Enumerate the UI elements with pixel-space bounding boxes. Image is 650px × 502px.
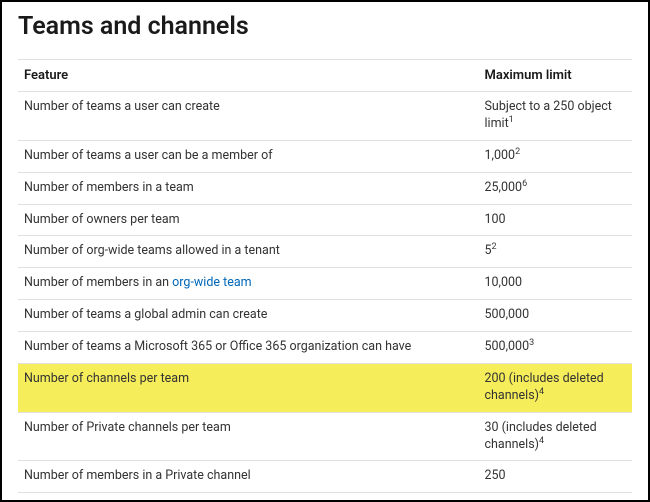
- footnote-ref: 4: [539, 387, 544, 397]
- feature-cell: Maximum size of distribution list, secur…: [18, 493, 479, 502]
- limit-text: 500,000: [485, 307, 530, 322]
- limit-cell: 200 (includes deleted channels)4: [479, 363, 633, 412]
- limit-cell: 250: [479, 461, 633, 493]
- table-row: Number of Private channels per team 30 (i…: [18, 412, 632, 461]
- limit-cell: 500,0003: [479, 332, 633, 364]
- page-title: Teams and channels: [18, 12, 632, 41]
- feature-text: Number of owners per team: [24, 212, 180, 227]
- table-row: Number of channels per team 200 (includes…: [18, 363, 632, 412]
- feature-cell: Number of members in a team: [18, 172, 479, 204]
- feature-cell: Number of org-wide teams allowed in a te…: [18, 236, 479, 268]
- table-row: Maximum size of distribution list, secur…: [18, 493, 632, 502]
- feature-text: Number of Private channels per team: [24, 420, 231, 435]
- feature-cell: Number of members in a Private channel: [18, 461, 479, 493]
- table-row: Number of teams a user can be a member o…: [18, 140, 632, 172]
- header-limit: Maximum limit: [479, 60, 633, 92]
- footnote-ref: 1: [509, 115, 514, 125]
- limit-text: 5: [485, 243, 492, 258]
- limit-cell: 25,0006: [479, 172, 633, 204]
- document-page: Teams and channels Feature Maximum limit…: [0, 0, 650, 502]
- table-row: Number of org-wide teams allowed in a te…: [18, 236, 632, 268]
- header-feature: Feature: [18, 60, 479, 92]
- feature-text: Number of teams a Microsoft 365 or Offic…: [24, 339, 411, 354]
- feature-text: Number of members in an: [24, 275, 172, 290]
- limits-table: Feature Maximum limit Number of teams a …: [18, 59, 632, 502]
- feature-cell: Number of teams a Microsoft 365 or Offic…: [18, 332, 479, 364]
- table-row: Number of teams a Microsoft 365 or Offic…: [18, 332, 632, 364]
- limit-text: 1,000: [485, 148, 516, 163]
- feature-cell: Number of teams a global admin can creat…: [18, 300, 479, 332]
- footnote-ref: 4: [539, 435, 544, 445]
- feature-text: Number of channels per team: [24, 371, 189, 386]
- limit-text: Subject to a 250 object limit: [485, 99, 612, 131]
- footnote-ref: 3: [529, 338, 534, 348]
- table-row: Number of members in a Private channel 25…: [18, 461, 632, 493]
- table-row: Number of teams a global admin can creat…: [18, 300, 632, 332]
- footnote-ref: 2: [492, 242, 497, 252]
- limit-cell: Subject to a 250 object limit1: [479, 92, 633, 141]
- limit-text: 10,000: [485, 275, 523, 290]
- limit-text: 200 (includes deleted channels): [485, 371, 604, 403]
- limit-cell: 10,000: [479, 268, 633, 300]
- footnote-ref: 6: [522, 178, 527, 188]
- feature-cell: Number of Private channels per team: [18, 412, 479, 461]
- limit-cell: 52: [479, 236, 633, 268]
- org-wide-team-link[interactable]: org-wide team: [172, 275, 251, 290]
- limit-cell: 30 (includes deleted channels)4: [479, 412, 633, 461]
- table-row: Number of members in an org-wide team 10,…: [18, 268, 632, 300]
- feature-text: Number of members in a team: [24, 180, 194, 195]
- limit-cell: 100: [479, 204, 633, 236]
- feature-cell: Number of teams a user can be a member o…: [18, 140, 479, 172]
- table-row: Number of owners per team 100: [18, 204, 632, 236]
- feature-text: Number of teams a user can create: [24, 99, 220, 114]
- limit-text: 100: [485, 212, 506, 227]
- limit-text: 250: [485, 468, 506, 483]
- limit-text: 25,000: [485, 180, 523, 195]
- feature-cell: Number of channels per team: [18, 363, 479, 412]
- footnote-ref: 2: [515, 147, 520, 157]
- table-header-row: Feature Maximum limit: [18, 60, 632, 92]
- feature-cell: Number of teams a user can create: [18, 92, 479, 141]
- limit-text: 500,000: [485, 339, 530, 354]
- feature-cell: Number of owners per team: [18, 204, 479, 236]
- feature-text: Number of members in a Private channel: [24, 468, 251, 483]
- limit-cell: 3,500: [479, 493, 633, 502]
- table-row: Number of members in a team 25,0006: [18, 172, 632, 204]
- feature-text: Number of teams a global admin can creat…: [24, 307, 267, 322]
- table-row: Number of teams a user can create Subject…: [18, 92, 632, 141]
- feature-text: Number of teams a user can be a member o…: [24, 148, 273, 163]
- limit-cell: 1,0002: [479, 140, 633, 172]
- feature-cell: Number of members in an org-wide team: [18, 268, 479, 300]
- limit-cell: 500,000: [479, 300, 633, 332]
- feature-text: Number of org-wide teams allowed in a te…: [24, 243, 280, 258]
